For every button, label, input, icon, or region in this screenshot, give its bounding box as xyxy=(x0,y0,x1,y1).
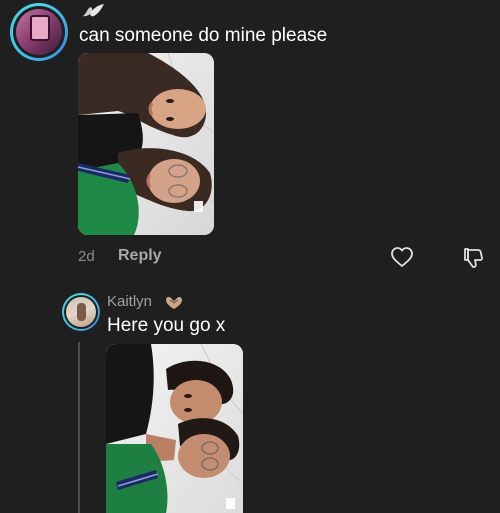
reply-text: Here you go x xyxy=(107,315,226,336)
comment-age: 2d xyxy=(78,248,95,265)
heart-outline-icon[interactable] xyxy=(390,246,414,268)
comment-text: can someone do mine please xyxy=(79,25,328,46)
reply-username[interactable]: Kaitlyn xyxy=(107,293,152,310)
heart-hands-icon xyxy=(166,296,182,309)
comment-photo[interactable] xyxy=(78,53,214,235)
reply-photo[interactable] xyxy=(106,344,243,513)
angel-wing-icon xyxy=(83,4,104,17)
thread-line xyxy=(78,342,80,513)
thumbs-down-icon[interactable] xyxy=(461,246,485,270)
reply-button[interactable]: Reply xyxy=(118,247,162,265)
kaitlyn-avatar[interactable] xyxy=(62,293,100,331)
commenter-avatar[interactable] xyxy=(10,3,68,61)
